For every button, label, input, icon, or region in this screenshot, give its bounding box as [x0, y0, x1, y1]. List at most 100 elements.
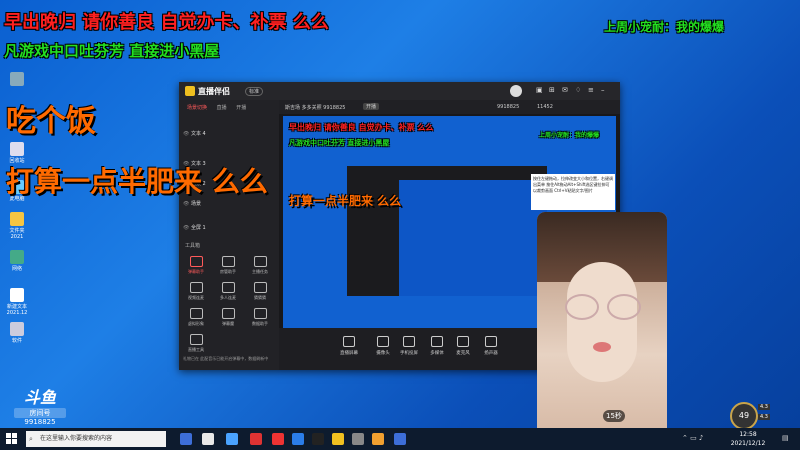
preview-line1: 早出晚归 请你善良 自觉办卡、补票 么么: [289, 123, 434, 132]
taskbar-app-icon[interactable]: [272, 433, 284, 445]
face: [567, 262, 637, 382]
toolbox-title: 工具箱: [185, 243, 201, 249]
taskbar: ⌕ 在这里输入你要搜索的内容 ⌃ ▭ ♪ 12:58 2021/12/12 ▤: [0, 428, 800, 450]
media-source-button[interactable]: 多媒体: [425, 336, 449, 356]
network-icon: [10, 250, 24, 264]
scene-item[interactable]: 👁 全屏 1: [183, 224, 275, 236]
viewer-count: 11452: [537, 104, 553, 110]
tool-danmu-magic[interactable]: 弹幕魔: [217, 308, 239, 327]
tool-room-manager[interactable]: 房管助手: [217, 256, 239, 275]
level-badge: 49: [730, 402, 758, 430]
taskbar-app-icon[interactable]: [394, 433, 406, 445]
preview-plan: 打算一点半肥来 么么: [289, 194, 402, 208]
preview-line2: 凡游戏中口吐芬芳 直接进小黑屋: [289, 139, 390, 147]
tool-live-tools[interactable]: 直播工具: [185, 334, 207, 353]
tool-data[interactable]: 数据助手: [249, 308, 271, 327]
room-info-bar: 斯吉场 多多关照 9918825 开播 9918825 11452: [279, 100, 620, 114]
notification-center-icon[interactable]: ▤: [782, 434, 789, 442]
nested-preview: [399, 180, 547, 296]
desktop-icon-software[interactable]: 软件: [4, 322, 30, 344]
tool-avatar[interactable]: 虚拟形象: [185, 308, 207, 327]
software-icon: [10, 322, 24, 336]
app-logo-text: 直播伴侣: [198, 87, 230, 96]
clock-time: 12:58: [739, 431, 757, 438]
tab-start[interactable]: 开播: [236, 104, 246, 111]
menu-icon[interactable]: ≡: [588, 86, 594, 94]
search-placeholder: 在这里输入你要搜索的内容: [40, 435, 113, 442]
camera-source-button[interactable]: 摄像头: [371, 336, 395, 356]
tool-video-link[interactable]: 视频连麦: [185, 282, 207, 301]
glasses-right: [607, 294, 641, 320]
badge-small-1: 4.3: [758, 404, 770, 410]
room-title[interactable]: 斯吉场 多多关照 9918825: [285, 104, 345, 111]
search-box[interactable]: ⌕ 在这里输入你要搜索的内容: [26, 431, 166, 447]
status-text: 礼物已在 此配音乐已能开启弹幕中，数据刷新中: [183, 356, 269, 361]
taskbar-app-icon[interactable]: [226, 433, 238, 445]
lips: [593, 342, 611, 352]
search-icon: ⌕: [29, 435, 33, 443]
speaker-button[interactable]: 扬声器: [479, 336, 503, 356]
phone-cast-button[interactable]: 手机投屏: [397, 336, 421, 356]
overlay-plan: 打算一点半肥来 么么: [6, 165, 268, 198]
taskbar-app-icon[interactable]: [292, 433, 304, 445]
record-duration: 15秒: [603, 410, 625, 422]
room-tag[interactable]: 开播: [363, 103, 380, 110]
scene-item[interactable]: 👁 文本 4: [183, 130, 275, 142]
taskbar-app-icon[interactable]: [202, 433, 214, 445]
tray-icons[interactable]: ⌃ ▭ ♪: [682, 434, 703, 442]
shirt-icon[interactable]: ▣: [536, 86, 543, 94]
mail-icon[interactable]: ✉: [562, 86, 568, 94]
glasses-left: [565, 294, 599, 320]
taskbar-app-icon[interactable]: [250, 433, 262, 445]
left-panel: 场景切换 直播 开播 👁 文本 4 👁 文本 3 👁 场景 2 👁 场景 👁 全…: [179, 100, 279, 370]
edition-badge[interactable]: 标准: [245, 87, 264, 96]
tool-task[interactable]: 主播任务: [249, 256, 271, 275]
folder-icon: [10, 212, 24, 226]
desktop-icon-text-file[interactable]: 新建文本 2021.12: [4, 288, 30, 316]
app-logo-icon: [185, 86, 195, 96]
taskbar-app-icon[interactable]: [332, 433, 344, 445]
douyu-watermark: 斗鱼 房间号 9918825: [14, 384, 66, 426]
window-titlebar: 直播伴侣 标准 ▣ ⊞ ✉ ♢ ≡ –: [179, 82, 620, 100]
badge-small-2: 4.3: [758, 414, 770, 420]
text-file-icon: [10, 288, 24, 302]
overlay-line2: 凡游戏中口吐芬芳 直接进小黑屋: [4, 42, 220, 60]
desktop-screen: { "overlay": { "line1": "早出晚归 请你善良 自觉办卡、…: [0, 0, 800, 450]
avatar[interactable]: [510, 85, 522, 97]
desktop-icon-folder[interactable]: 文件夹 2021: [4, 212, 30, 240]
preview-top-right: 上周小宠耐：我的爆爆: [539, 132, 600, 139]
clock-date: 2021/12/12: [730, 440, 766, 447]
windows-start-icon[interactable]: [6, 433, 18, 445]
overlay-eat: 吃个饭: [6, 104, 96, 139]
douyu-logo: 斗鱼: [23, 388, 56, 407]
room-id: 9918825: [497, 104, 520, 110]
camera-overlay[interactable]: 15秒: [537, 212, 667, 450]
overlay-top-right: 上周小宠耐：我的爆爆: [604, 20, 725, 34]
tooltip: 按住左键拖动，拉伸改变大小和位置，右键调出菜单 按住Alt拖动Alt+Shift…: [531, 174, 615, 210]
nested-window: [347, 166, 547, 296]
tab-scenes[interactable]: 场景切换: [187, 104, 207, 111]
watermark-room-id: 9918825: [24, 418, 56, 426]
taskbar-app-icon[interactable]: [312, 433, 324, 445]
microphone-button[interactable]: 麦克风: [451, 336, 475, 356]
gift-icon[interactable]: ⊞: [549, 86, 555, 94]
taskbar-app-task-view[interactable]: [180, 433, 192, 445]
room-label: 房间号: [14, 408, 66, 418]
tool-multi-link[interactable]: 多人连麦: [217, 282, 239, 301]
scene-item[interactable]: 👁 场景: [183, 200, 275, 212]
screen-source-button[interactable]: 直播屏幕: [337, 336, 361, 356]
tool-guess[interactable]: 猜猜猜: [249, 282, 271, 301]
recycle-bin-icon: [10, 142, 24, 156]
clock[interactable]: 12:58 2021/12/12: [718, 430, 778, 448]
desktop-icon-network[interactable]: 网络: [4, 250, 30, 272]
tab-live[interactable]: 直播: [217, 104, 227, 111]
overlay-line1: 早出晚归 请你善良 自觉办卡、补票 么么: [4, 12, 329, 33]
tool-danmu[interactable]: 弹幕助手: [185, 256, 207, 275]
taskbar-app-icon[interactable]: [372, 433, 384, 445]
notification-icon[interactable]: ♢: [575, 86, 581, 94]
app-icon: [10, 72, 24, 86]
minimize-icon[interactable]: –: [601, 86, 605, 94]
taskbar-app-icon[interactable]: [352, 433, 364, 445]
scene-tabs: 场景切换 直播 开播: [179, 100, 279, 114]
desktop-icon[interactable]: [4, 72, 30, 87]
